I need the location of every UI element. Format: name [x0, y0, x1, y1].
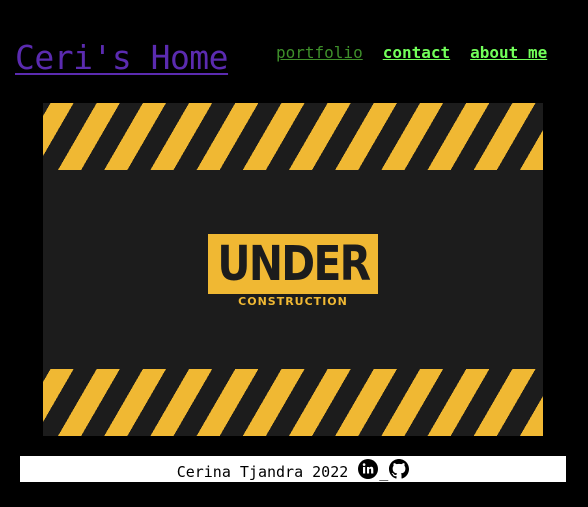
hazard-stripes-bottom	[43, 369, 543, 436]
under-sign: UNDER	[208, 234, 378, 294]
site-title-link[interactable]: Ceri's Home	[15, 38, 229, 77]
footer-separator: _	[379, 463, 389, 481]
sign-main-text: UNDER	[217, 236, 371, 292]
under-construction-image: UNDER CONSTRUCTION	[43, 103, 543, 436]
nav-link-portfolio[interactable]: portfolio	[276, 43, 363, 62]
nav-link-contact[interactable]: contact	[383, 43, 450, 62]
page: Ceri's Home portfolio contact about me U…	[0, 0, 588, 507]
hazard-stripes-top	[43, 103, 543, 170]
github-icon[interactable]	[389, 459, 410, 479]
main-nav: portfolio contact about me	[276, 43, 547, 62]
footer-copyright: Cerina Tjandra 2022	[176, 463, 349, 481]
footer: Cerina Tjandra 2022 _	[20, 456, 566, 482]
sign-sub-text: CONSTRUCTION	[238, 295, 348, 308]
linkedin-icon[interactable]	[358, 459, 379, 479]
nav-link-about-me[interactable]: about me	[470, 43, 547, 62]
